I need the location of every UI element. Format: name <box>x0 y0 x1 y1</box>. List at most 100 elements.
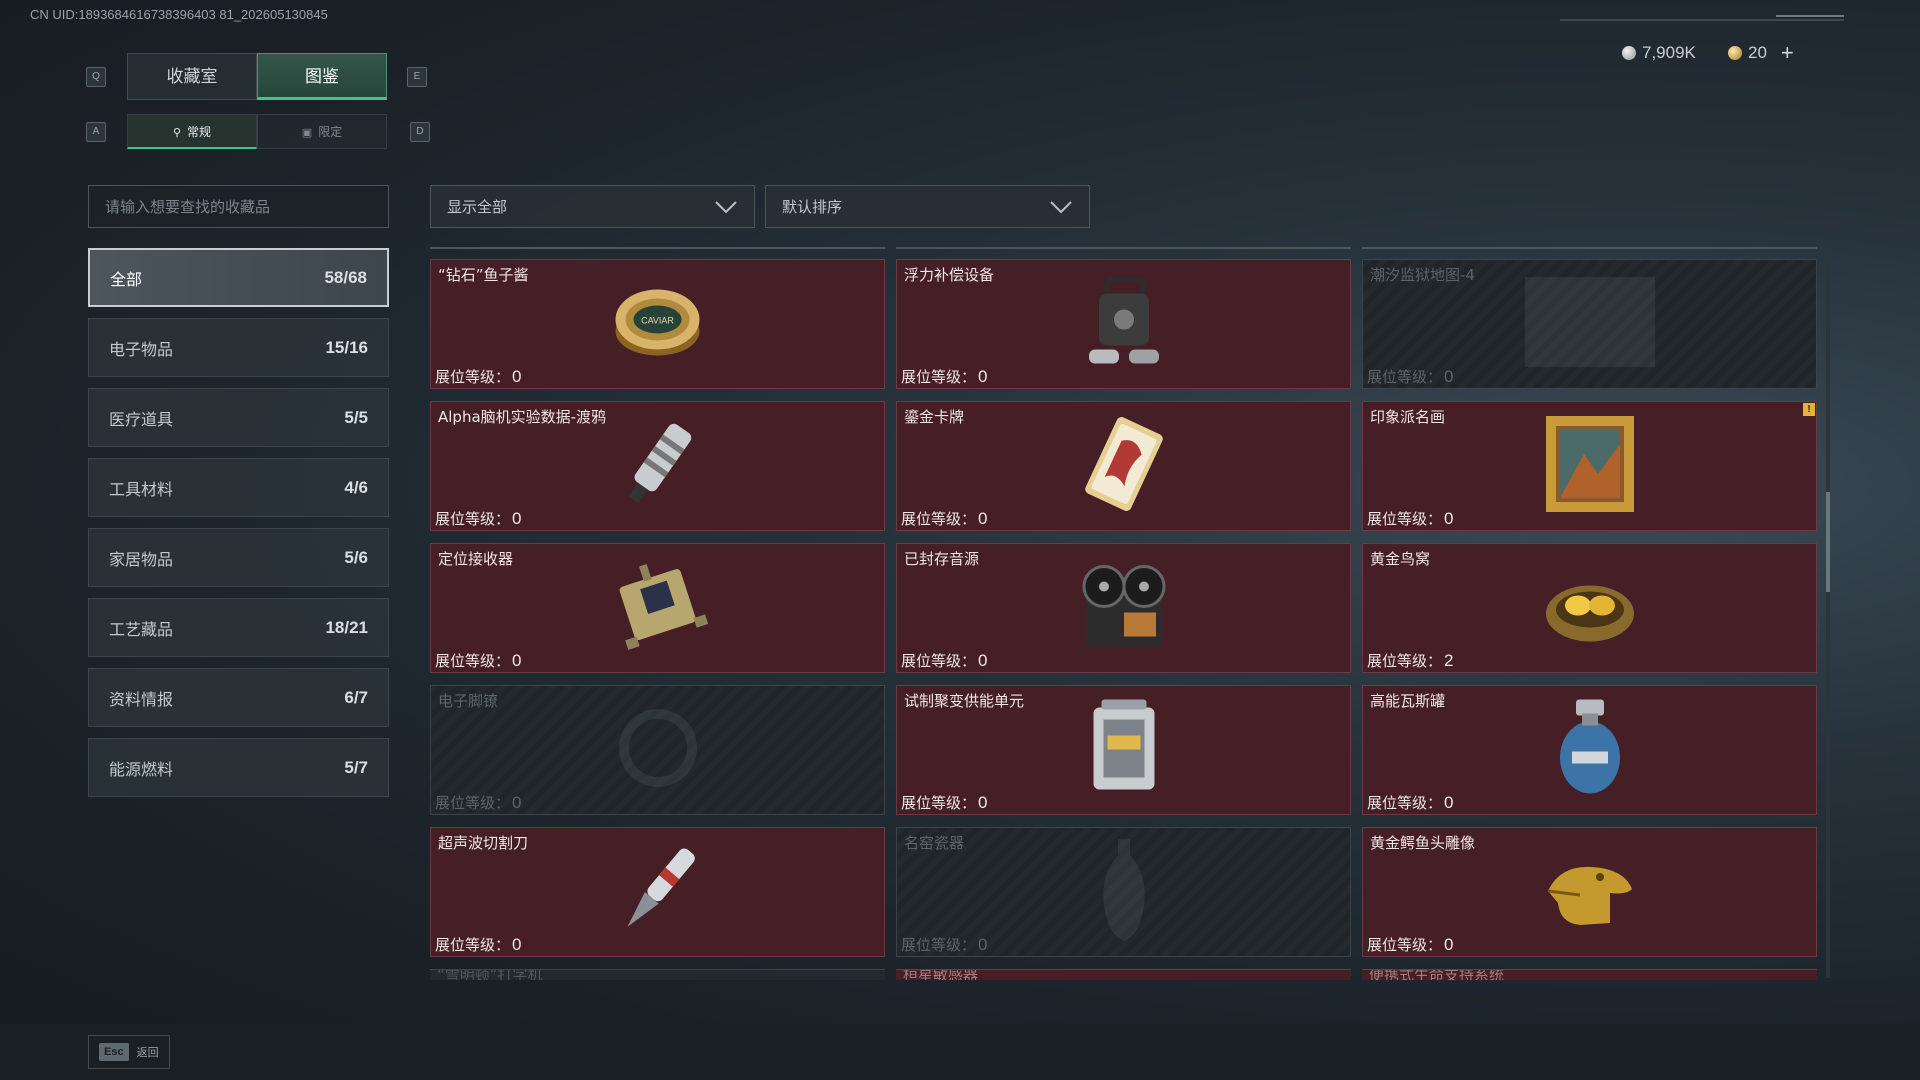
subtab-limited[interactable]: ▣ 限定 <box>257 114 387 149</box>
booth-level-label: 展位等级： <box>1367 368 1443 386</box>
item-name: 定位接收器 <box>438 550 514 568</box>
booth-level: 展位等级： 0 <box>901 508 987 529</box>
data-drive-icon <box>610 417 705 516</box>
category-label: 家居物品 <box>109 549 174 569</box>
category-label: 资料情报 <box>109 689 174 709</box>
display-filter-dropdown[interactable]: 显示全部 <box>430 185 755 228</box>
collection-card[interactable]: 名窑瓷器 展位等级： 0 <box>896 827 1351 957</box>
subtab-regular[interactable]: ⚲ 常规 <box>127 114 257 149</box>
fusion-cell-icon <box>1081 696 1166 805</box>
golden-nest-icon <box>1540 564 1640 653</box>
uid-text: CN UID:1893684616738396403 81_2026051308… <box>30 7 328 22</box>
gold-currency: 20 + <box>1728 40 1794 66</box>
map-icon <box>1520 272 1660 376</box>
category-label: 工艺藏品 <box>109 619 174 639</box>
booth-level: 展位等级： 0 <box>435 792 521 813</box>
tab-catalog[interactable]: 图鉴 <box>257 53 387 100</box>
item-name: 潮汐监狱地图-4 <box>1370 266 1475 284</box>
gold-crocodile-icon <box>1540 845 1640 939</box>
collection-card[interactable]: 潮汐监狱地图-4 展位等级： 0 <box>1362 259 1817 389</box>
buoyancy-device-icon <box>1079 270 1169 379</box>
silver-coin-icon <box>1622 46 1636 60</box>
subtab-regular-label: 常规 <box>187 125 212 139</box>
sort-value: 默认排序 <box>782 198 843 216</box>
category-label: 工具材料 <box>109 479 174 499</box>
item-name: 浮力补偿设备 <box>904 266 995 284</box>
collection-card[interactable]: 高能瓦斯罐展位等级： 0 <box>1362 685 1817 815</box>
new-badge-icon: ! <box>1803 403 1815 416</box>
collection-card[interactable]: 超声波切割刀 展位等级： 0 <box>430 827 885 957</box>
collection-card[interactable]: Alpha脑机实验数据-渡鸦 展位等级： 0 <box>430 401 885 531</box>
category-count: 18/21 <box>325 617 368 637</box>
category-item[interactable]: 全部 58/68 <box>88 248 389 307</box>
booth-level: 展位等级： 0 <box>1367 934 1453 955</box>
booth-level: 展位等级： 0 <box>1367 792 1453 813</box>
booth-level-label: 展位等级： <box>435 368 511 386</box>
scrollbar-track[interactable] <box>1826 248 1830 978</box>
collection-card[interactable]: 鎏金卡牌展位等级： 0 <box>896 401 1351 531</box>
gold-coin-icon <box>1728 46 1742 60</box>
booth-level: 展位等级： 2 <box>1367 650 1453 671</box>
sort-dropdown[interactable]: 默认排序 <box>765 185 1090 228</box>
booth-level-value: 0 <box>978 793 988 812</box>
collection-card[interactable]: CAVIAR “钻石”鱼子酱 展位等级： 0 <box>430 259 885 389</box>
booth-level: 展位等级： 0 <box>435 366 521 387</box>
booth-level-label: 展位等级： <box>435 652 511 670</box>
item-name: 印象派名画 <box>1370 408 1446 426</box>
booth-level-value: 0 <box>1444 367 1454 386</box>
collection-card[interactable]: 印象派名画 展位等级： 0! <box>1362 401 1817 531</box>
category-label: 能源燃料 <box>109 759 174 779</box>
collection-card[interactable]: 电子脚镣 展位等级： 0 <box>430 685 885 815</box>
item-name: 鎏金卡牌 <box>904 408 965 426</box>
flask-icon: ⚲ <box>172 126 182 139</box>
silver-value: 7,909K <box>1642 43 1696 62</box>
collection-card-partial[interactable]: 桓星敏感器 <box>896 969 1351 980</box>
bottom-bar <box>0 1024 1920 1080</box>
top-divider-accent <box>1776 15 1844 17</box>
collection-card-partial[interactable]: 便携式生命支持系统 <box>1362 969 1817 980</box>
category-item[interactable]: 医疗道具 5/5 <box>88 388 389 447</box>
add-currency-button[interactable]: + <box>1781 40 1794 66</box>
booth-level-value: 0 <box>512 793 522 812</box>
collection-card[interactable]: 定位接收器展位等级： 0 <box>430 543 885 673</box>
collection-card[interactable]: 黄金鳄鱼头雕像 展位等级： 0 <box>1362 827 1817 957</box>
collection-card[interactable]: 浮力补偿设备 展位等级： 0 <box>896 259 1351 389</box>
booth-level-label: 展位等级： <box>1367 936 1443 954</box>
category-item[interactable]: 能源燃料 5/7 <box>88 738 389 797</box>
chevron-down-icon <box>715 200 737 213</box>
collection-card[interactable]: 试制聚变供能单元 展位等级： 0 <box>896 685 1351 815</box>
key-hint-e: E <box>407 67 427 87</box>
category-count: 5/7 <box>344 757 368 777</box>
category-label: 医疗道具 <box>109 409 174 429</box>
collection-card[interactable]: 黄金鸟窝 展位等级： 2 <box>1362 543 1817 673</box>
booth-level-value: 0 <box>512 651 522 670</box>
category-label: 电子物品 <box>109 339 174 359</box>
display-filter-value: 显示全部 <box>447 198 508 216</box>
category-label: 全部 <box>110 269 143 289</box>
item-name: 高能瓦斯罐 <box>1370 692 1446 710</box>
category-item[interactable]: 工具材料 4/6 <box>88 458 389 517</box>
category-item[interactable]: 资料情报 6/7 <box>88 668 389 727</box>
reel-recorder-icon <box>1074 559 1174 658</box>
tab-collection-room[interactable]: 收藏室 <box>127 53 257 100</box>
back-button[interactable]: Esc 返回 <box>88 1035 170 1069</box>
collection-card-partial[interactable]: “雪明顿”打字机 <box>430 969 885 980</box>
top-divider <box>1560 19 1844 21</box>
booth-level-value: 0 <box>1444 793 1454 812</box>
category-item[interactable]: 工艺藏品 18/21 <box>88 598 389 657</box>
booth-level: 展位等级： 0 <box>435 934 521 955</box>
booth-level: 展位等级： 0 <box>901 792 987 813</box>
search-input[interactable] <box>88 185 389 228</box>
category-count: 6/7 <box>344 687 368 707</box>
booth-level-label: 展位等级： <box>901 368 977 386</box>
booth-level-value: 2 <box>1444 651 1454 670</box>
booth-level-value: 0 <box>978 367 988 386</box>
collection-card[interactable]: 已封存音源 展位等级： 0 <box>896 543 1351 673</box>
receiver-icon <box>608 559 708 658</box>
booth-level-value: 0 <box>512 509 522 528</box>
scrollbar-thumb[interactable] <box>1826 492 1830 592</box>
category-item[interactable]: 家居物品 5/6 <box>88 528 389 587</box>
ankle-monitor-icon <box>608 698 708 802</box>
booth-level-label: 展位等级： <box>435 794 511 812</box>
category-item[interactable]: 电子物品 15/16 <box>88 318 389 377</box>
